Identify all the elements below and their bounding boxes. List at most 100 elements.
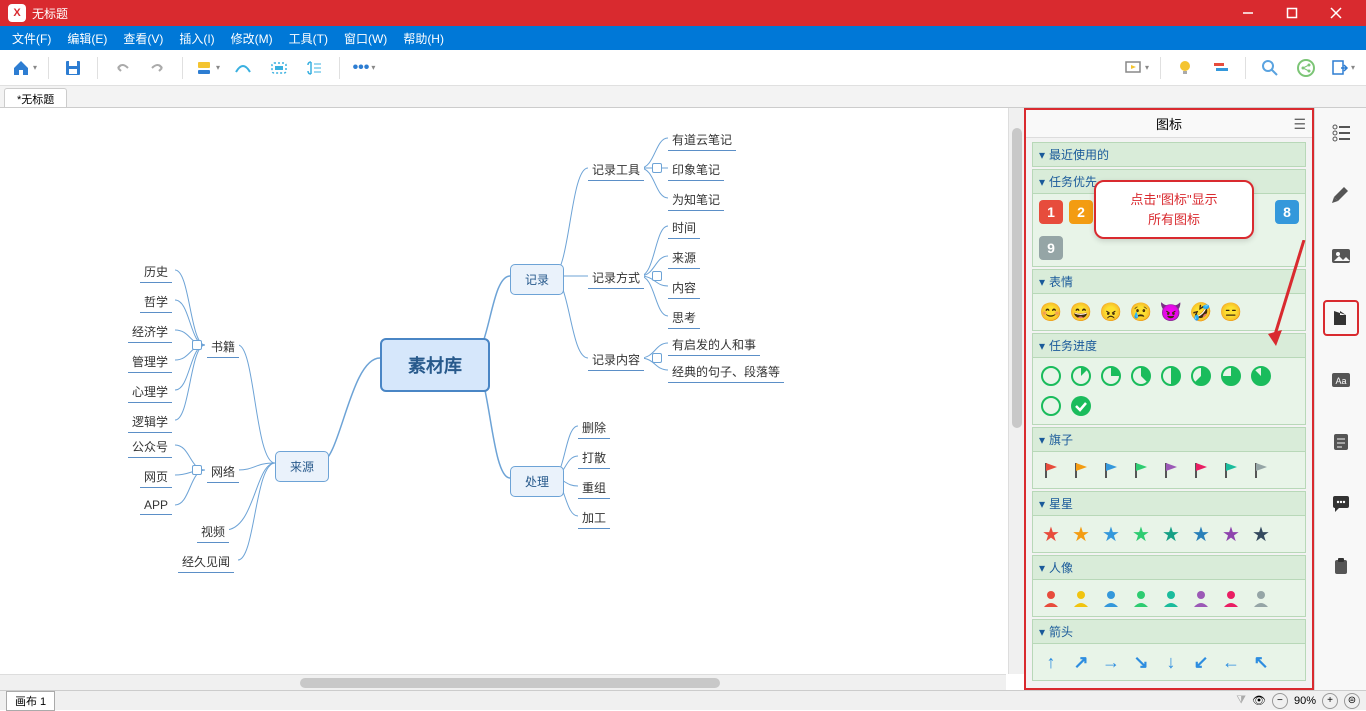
- progress-icon[interactable]: [1219, 364, 1243, 388]
- mindmap-canvas[interactable]: 素材库 来源 书籍 历史 哲学 经济学 管理学 心理学 逻辑学 网络 公众号 网…: [0, 108, 1024, 690]
- export-button[interactable]: ▾: [1326, 54, 1358, 82]
- menu-edit[interactable]: 编辑(E): [59, 27, 115, 50]
- section-stars[interactable]: ▾ 星星: [1032, 491, 1306, 516]
- flag-icon[interactable]: [1129, 458, 1153, 482]
- node-record-mode[interactable]: 记录方式: [588, 267, 644, 289]
- node-leaf[interactable]: 管理学: [128, 351, 172, 373]
- text-panel-button[interactable]: Aa: [1323, 362, 1359, 398]
- node-video[interactable]: 视频: [197, 521, 229, 543]
- node-leaf[interactable]: 打散: [578, 447, 610, 469]
- format-panel-button[interactable]: [1323, 176, 1359, 212]
- outline-panel-button[interactable]: [1323, 114, 1359, 150]
- arrow-icon[interactable]: ↑: [1039, 650, 1063, 674]
- flag-icon[interactable]: [1039, 458, 1063, 482]
- node-record-content[interactable]: 记录内容: [588, 349, 644, 371]
- node-leaf[interactable]: 心理学: [128, 381, 172, 403]
- node-leaf[interactable]: 经济学: [128, 321, 172, 343]
- flag-icon[interactable]: [1189, 458, 1213, 482]
- person-icon[interactable]: [1099, 586, 1123, 610]
- priority-icon[interactable]: 8: [1275, 200, 1299, 224]
- fork-icon[interactable]: [652, 271, 662, 281]
- node-leaf[interactable]: 加工: [578, 507, 610, 529]
- node-leaf[interactable]: 时间: [668, 217, 700, 239]
- arrow-icon[interactable]: ↓: [1159, 650, 1183, 674]
- person-icon[interactable]: [1159, 586, 1183, 610]
- star-icon[interactable]: ★: [1099, 522, 1123, 546]
- node-leaf[interactable]: 有道云笔记: [668, 129, 736, 151]
- person-icon[interactable]: [1249, 586, 1273, 610]
- summary-button[interactable]: [299, 54, 331, 82]
- flag-icon[interactable]: [1159, 458, 1183, 482]
- menu-view[interactable]: 查看(V): [115, 27, 171, 50]
- fork-icon[interactable]: [652, 353, 662, 363]
- share-button[interactable]: [1290, 54, 1322, 82]
- progress-icon[interactable]: [1099, 364, 1123, 388]
- minimize-button[interactable]: [1226, 0, 1270, 26]
- tab-untitled[interactable]: *无标题: [4, 88, 67, 107]
- person-icon[interactable]: [1069, 586, 1093, 610]
- node-leaf[interactable]: 为知笔记: [668, 189, 724, 211]
- menu-modify[interactable]: 修改(M): [223, 27, 281, 50]
- emotion-icon[interactable]: 😄: [1069, 300, 1093, 324]
- emotion-icon[interactable]: 😑: [1219, 300, 1243, 324]
- flag-icon[interactable]: [1219, 458, 1243, 482]
- menu-file[interactable]: 文件(F): [4, 27, 59, 50]
- emotion-icon[interactable]: 😈: [1159, 300, 1183, 324]
- star-icon[interactable]: ★: [1189, 522, 1213, 546]
- zoom-out-button[interactable]: −: [1272, 693, 1288, 709]
- menu-insert[interactable]: 插入(I): [171, 27, 222, 50]
- star-icon[interactable]: ★: [1039, 522, 1063, 546]
- node-leaf[interactable]: 哲学: [140, 291, 172, 313]
- node-leaf[interactable]: 公众号: [128, 436, 172, 458]
- star-icon[interactable]: ★: [1219, 522, 1243, 546]
- notes-panel-button[interactable]: [1323, 424, 1359, 460]
- person-icon[interactable]: [1189, 586, 1213, 610]
- scrollbar-horizontal[interactable]: [0, 674, 1006, 690]
- flag-icon[interactable]: [1099, 458, 1123, 482]
- relationship-button[interactable]: [227, 54, 259, 82]
- eye-icon[interactable]: 👁: [1252, 694, 1266, 707]
- scrollbar-vertical[interactable]: [1008, 108, 1024, 674]
- star-icon[interactable]: ★: [1249, 522, 1273, 546]
- star-icon[interactable]: ★: [1129, 522, 1153, 546]
- presentation-button[interactable]: ▾: [1120, 54, 1152, 82]
- node-leaf[interactable]: 历史: [140, 261, 172, 283]
- node-leaf[interactable]: 有启发的人和事: [668, 334, 760, 356]
- section-progress[interactable]: ▾ 任务进度: [1032, 333, 1306, 358]
- node-leaf[interactable]: 重组: [578, 477, 610, 499]
- node-leaf[interactable]: 思考: [668, 307, 700, 329]
- section-recent[interactable]: ▾ 最近使用的: [1032, 142, 1306, 167]
- sheet-tab[interactable]: 画布 1: [6, 691, 55, 711]
- node-leaf[interactable]: APP: [140, 496, 172, 515]
- progress-icon[interactable]: [1069, 364, 1093, 388]
- priority-icon[interactable]: 9: [1039, 236, 1063, 260]
- arrow-icon[interactable]: ←: [1219, 650, 1243, 674]
- node-leaf[interactable]: 来源: [668, 247, 700, 269]
- flag-icon[interactable]: [1069, 458, 1093, 482]
- node-central[interactable]: 素材库: [380, 338, 490, 392]
- arrow-icon[interactable]: ↗: [1069, 650, 1093, 674]
- node-leaf[interactable]: 经典的句子、段落等: [668, 361, 784, 383]
- menu-tools[interactable]: 工具(T): [281, 27, 336, 50]
- boundary-button[interactable]: [263, 54, 295, 82]
- fork-icon[interactable]: [192, 465, 202, 475]
- node-leaf[interactable]: 逻辑学: [128, 411, 172, 433]
- node-record-tool[interactable]: 记录工具: [588, 159, 644, 181]
- arrow-icon[interactable]: ↙: [1189, 650, 1213, 674]
- node-source[interactable]: 来源: [275, 451, 329, 482]
- section-flags[interactable]: ▾ 旗子: [1032, 427, 1306, 452]
- home-button[interactable]: ▾: [8, 54, 40, 82]
- section-arrows[interactable]: ▾ 箭头: [1032, 619, 1306, 644]
- star-icon[interactable]: ★: [1159, 522, 1183, 546]
- emotion-icon[interactable]: 🤣: [1189, 300, 1213, 324]
- panel-menu-icon[interactable]: ☰: [1293, 116, 1306, 133]
- progress-icon[interactable]: [1189, 364, 1213, 388]
- section-emotion[interactable]: ▾ 表情: [1032, 269, 1306, 294]
- redo-button[interactable]: [142, 54, 174, 82]
- fork-icon[interactable]: [192, 340, 202, 350]
- topic-button[interactable]: ▾: [191, 54, 223, 82]
- flag-icon[interactable]: [1249, 458, 1273, 482]
- filter-icon[interactable]: ⧩: [1236, 694, 1246, 707]
- arrow-icon[interactable]: ↖: [1249, 650, 1273, 674]
- image-panel-button[interactable]: [1323, 238, 1359, 274]
